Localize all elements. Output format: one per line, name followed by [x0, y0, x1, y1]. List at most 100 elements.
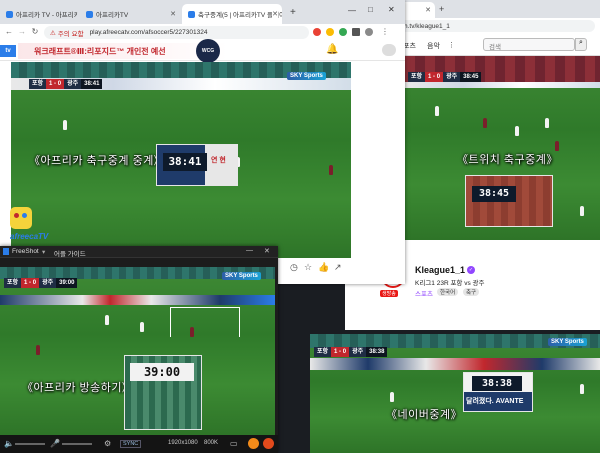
scorebug-home: 포항 [29, 79, 47, 89]
window-icon[interactable]: ▭ [230, 439, 238, 448]
player [63, 120, 67, 130]
afreeca-header: tv 워크래프트®Ⅲ:리포지드™ 개인전 예선 WCG 🔔 [0, 39, 405, 63]
close-icon[interactable]: ✕ [425, 6, 431, 14]
wcg-badge: WCG [196, 39, 220, 63]
broadcast-button[interactable] [263, 438, 274, 449]
reload-icon[interactable]: ↻ [30, 27, 40, 37]
profile-avatar[interactable] [365, 28, 373, 36]
afreeca-tabbar: 아프리카 TV - 아프리카TV 아프리카TV ✕ 축구중계(5 | 아프리카T… [0, 0, 405, 24]
extension-icon[interactable] [339, 28, 347, 36]
scorebug-score: 1 - 0 [21, 278, 40, 288]
twitch-zoom-box: 38:45 [465, 175, 553, 227]
gear-icon[interactable]: ⚙ [104, 439, 111, 448]
dropdown-icon[interactable]: ▾ [42, 248, 45, 256]
close-icon[interactable]: ✕ [264, 247, 270, 255]
window-close-icon[interactable]: ✕ [388, 5, 395, 14]
freeshot-titlebar: FreeShot ▾ 어플 가이드 — ✕ [0, 246, 278, 258]
naver-video[interactable]: 포항 1 - 0 광주 38:38 SKY Sports 《네이버중계》 38:… [310, 334, 600, 453]
zoom-ad-text: 달려졌다. AVANTE [466, 398, 524, 405]
url-field[interactable]: ⚠ 주의 요함 play.afreecatv.com/afsoccer5/227… [44, 26, 309, 39]
ad-boards [0, 295, 275, 305]
freeshot-menu[interactable]: 어플 가이드 [54, 248, 86, 258]
freeshot-title: FreeShot [12, 248, 39, 255]
tag-chip[interactable]: 한국어 [437, 288, 459, 296]
close-icon[interactable]: ✕ [272, 10, 278, 18]
sticker-dot [22, 213, 27, 218]
freeshot-zoom-box: 39:00 [124, 355, 202, 430]
mic-icon[interactable]: 🎤 [50, 439, 60, 448]
volume-slider[interactable] [15, 443, 45, 445]
tab-2[interactable]: 아프리카TV ✕ [80, 4, 180, 24]
tab-title: 아프리카 TV - 아프리카TV [16, 12, 78, 19]
scorebug-away: 광주 [349, 347, 367, 357]
puzzle-icon[interactable] [352, 28, 360, 36]
forward-icon[interactable]: → [17, 27, 27, 37]
share-icon[interactable]: ↗ [334, 262, 342, 272]
star-icon[interactable]: ☆ [304, 262, 312, 272]
chat-icon[interactable] [382, 44, 396, 56]
afreeca-bottom-logo: afreecaTV [10, 232, 49, 241]
minimize-icon[interactable]: — [348, 6, 356, 15]
scorebug-time: 39:00 [56, 278, 78, 288]
twitch-video[interactable]: 포항 1 - 0 광주 38:45 《트위치 축구중계》 38:45 [405, 56, 600, 240]
goal-net [170, 307, 240, 337]
player [329, 165, 333, 175]
scorebug-time: 38:41 [81, 79, 103, 89]
scorebug-home: 포항 [408, 72, 426, 82]
extension-icon[interactable] [313, 28, 321, 36]
afreeca-favicon [6, 10, 13, 18]
tab-1[interactable]: 아프리카 TV - 아프리카TV [0, 4, 78, 24]
freeshot-preview[interactable]: 포항 1 - 0 광주 39:00 SKY Sports 《아프리카 방송하기》… [0, 267, 275, 435]
menu-icon[interactable]: ⋮ [380, 27, 390, 37]
scorebug: 포항 1 - 0 광주 38:41 [29, 79, 103, 89]
mic-slider[interactable] [62, 443, 92, 445]
tag-chip[interactable]: 축구 [463, 288, 480, 296]
zoom-ad-text: 연 현 [211, 157, 226, 164]
player [390, 392, 394, 402]
nav-item-music[interactable]: 음악 [427, 41, 440, 51]
player [555, 141, 559, 151]
sky-sports-logo: SKY Sports [548, 338, 587, 346]
more-icon[interactable]: ⋮ [448, 41, 455, 49]
sync-button[interactable]: SYNC [120, 440, 142, 448]
freeshot-window: FreeShot ▾ 어플 가이드 — ✕ 포항 1 - 0 광주 39:00 … [0, 246, 278, 453]
twitch-search-input[interactable]: 검색 [483, 38, 575, 51]
scorebug-away: 광주 [443, 72, 461, 82]
new-tab-icon[interactable]: + [290, 7, 296, 18]
back-icon[interactable]: ← [4, 27, 14, 37]
afreeca-caption: 《아프리카 축구중계 중계》 [29, 155, 166, 167]
player [515, 126, 519, 136]
bitrate-select[interactable]: 800K [204, 440, 218, 446]
scorebug-away: 광주 [64, 79, 82, 89]
search-placeholder: 검색 [489, 44, 501, 51]
url-text: play.afreecatv.com/afsoccer5/227301324 [89, 29, 208, 36]
channel-name[interactable]: Kleague1_1 [415, 265, 465, 275]
freeshot-zoom-clock: 39:00 [130, 363, 194, 381]
player [580, 384, 584, 394]
record-button[interactable] [248, 438, 259, 449]
freeshot-controlbar: 🔈 🎤 ⚙ SYNC 1920x1080 800K ▭ [0, 435, 278, 453]
maximize-icon[interactable]: □ [368, 5, 373, 14]
tab-3-active[interactable]: 축구중계(5 | 아프리카TV 플레이 ✕ [182, 4, 282, 24]
afreeca-favicon [188, 10, 195, 18]
player [105, 315, 109, 325]
resolution-select[interactable]: 1920x1080 [168, 440, 198, 446]
warning-icon: ⚠ [50, 29, 56, 37]
search-icon[interactable]: ⌕ [575, 38, 587, 51]
bell-icon[interactable]: 🔔 [326, 44, 338, 55]
scorebug-home: 포항 [4, 278, 22, 288]
scorebug: 포항 1 - 0 광주 39:00 [4, 278, 78, 288]
speaker-icon[interactable]: 🔈 [4, 439, 14, 448]
close-icon[interactable]: ✕ [170, 10, 176, 18]
new-tab-icon[interactable]: + [439, 4, 444, 14]
stream-category[interactable]: 스포츠 [415, 288, 433, 298]
afreeca-zoom-clock: 38:41 [163, 153, 207, 171]
afreeca-logo[interactable]: tv [0, 45, 16, 57]
extension-icon[interactable] [326, 28, 334, 36]
clock-icon[interactable]: ◷ [290, 262, 298, 272]
minimize-icon[interactable]: — [246, 247, 253, 254]
player-toolbar: ◷ ☆ 👍 ↗ [282, 258, 405, 276]
twitch-url-field[interactable]: twitch.tv/kleague1_1 [385, 20, 595, 32]
afreeca-video[interactable]: 포항 1 - 0 광주 38:41 SKY Sports 《아프리카 축구중계 … [11, 62, 351, 258]
thumb-up-icon[interactable]: 👍 [318, 262, 329, 272]
